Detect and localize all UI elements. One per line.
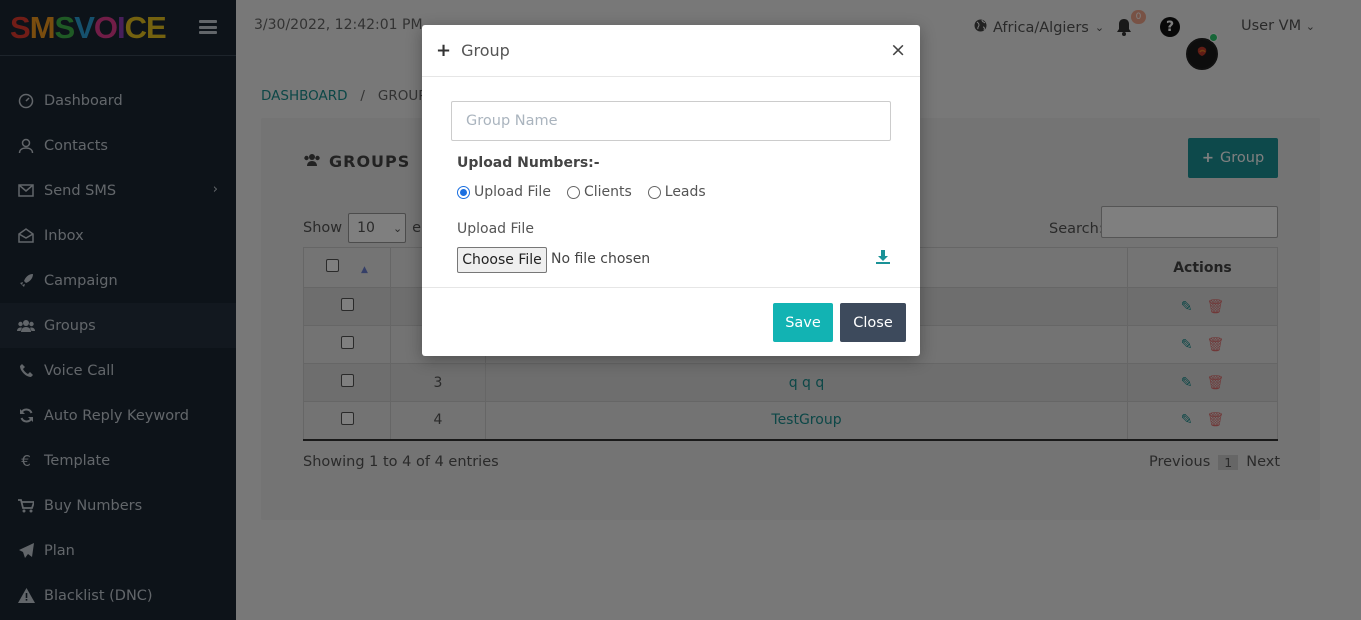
radio-label: Leads [664, 184, 706, 200]
radio-leads[interactable]: Leads [647, 184, 706, 200]
close-button[interactable]: Close [840, 303, 906, 342]
radio-label: Upload File [474, 184, 551, 200]
upload-source-group: Upload File Clients Leads [457, 184, 706, 200]
group-modal: + Group × Upload Numbers:- Upload File C… [422, 25, 920, 356]
save-button[interactable]: Save [773, 303, 833, 342]
modal-title: Group [461, 41, 510, 60]
modal-header: + Group [422, 25, 920, 77]
plus-icon: + [436, 40, 452, 61]
radio-button-checked[interactable] [457, 185, 470, 199]
radio-upload-file[interactable]: Upload File [457, 184, 551, 200]
radio-button[interactable] [647, 185, 661, 199]
choose-file-button[interactable]: Choose File [457, 247, 547, 273]
close-icon[interactable]: × [890, 39, 906, 61]
download-icon[interactable] [876, 250, 890, 268]
file-status: No file chosen [551, 251, 651, 267]
upload-numbers-label: Upload Numbers:- [457, 155, 600, 171]
radio-label: Clients [583, 184, 632, 200]
group-name-input[interactable] [451, 101, 891, 141]
radio-clients[interactable]: Clients [566, 184, 632, 200]
radio-button[interactable] [566, 185, 580, 199]
upload-file-label: Upload File [457, 221, 534, 237]
modal-footer: Save Close [422, 287, 920, 356]
